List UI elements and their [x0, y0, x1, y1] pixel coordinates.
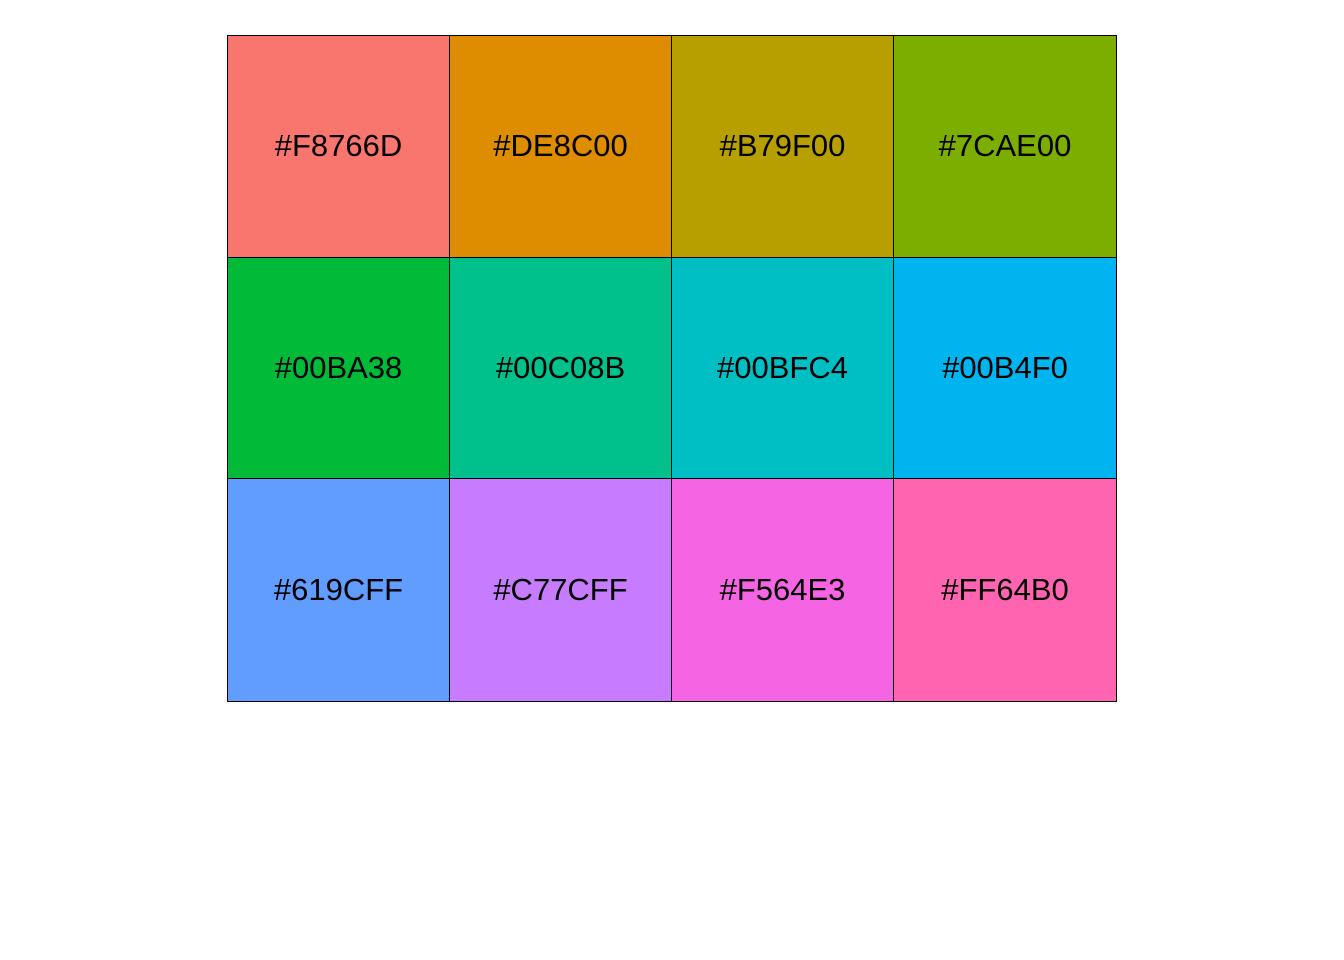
swatch-hex-label: #00BFC4 [717, 349, 848, 385]
color-swatch: #C77CFF [450, 479, 672, 701]
color-swatch: #FF64B0 [894, 479, 1116, 701]
swatch-hex-label: #C77CFF [493, 572, 628, 608]
color-swatch: #7CAE00 [894, 36, 1116, 258]
color-swatch: #B79F00 [672, 36, 894, 258]
color-swatch: #DE8C00 [450, 36, 672, 258]
swatch-hex-label: #619CFF [273, 572, 404, 608]
color-palette-grid: #F8766D #DE8C00 #B79F00 #7CAE00 #00BA38 … [227, 35, 1117, 702]
color-swatch: #F564E3 [672, 479, 894, 701]
swatch-hex-label: #00B4F0 [942, 349, 1068, 385]
swatch-hex-label: #B79F00 [719, 128, 846, 164]
swatch-hex-label: #FF64B0 [941, 572, 1069, 608]
color-swatch: #619CFF [228, 479, 450, 701]
color-swatch: #00BFC4 [672, 257, 894, 480]
color-swatch: #F8766D [228, 36, 450, 258]
swatch-hex-label: #00BA38 [274, 349, 403, 385]
color-swatch: #00BA38 [228, 257, 450, 480]
color-swatch: #00B4F0 [894, 257, 1116, 480]
swatch-hex-label: #7CAE00 [938, 128, 1072, 164]
swatch-hex-label: #F8766D [274, 128, 403, 164]
swatch-hex-label: #00C08B [495, 349, 626, 385]
swatch-hex-label: #F564E3 [719, 572, 846, 608]
color-swatch: #00C08B [450, 257, 672, 480]
swatch-hex-label: #DE8C00 [493, 128, 628, 164]
